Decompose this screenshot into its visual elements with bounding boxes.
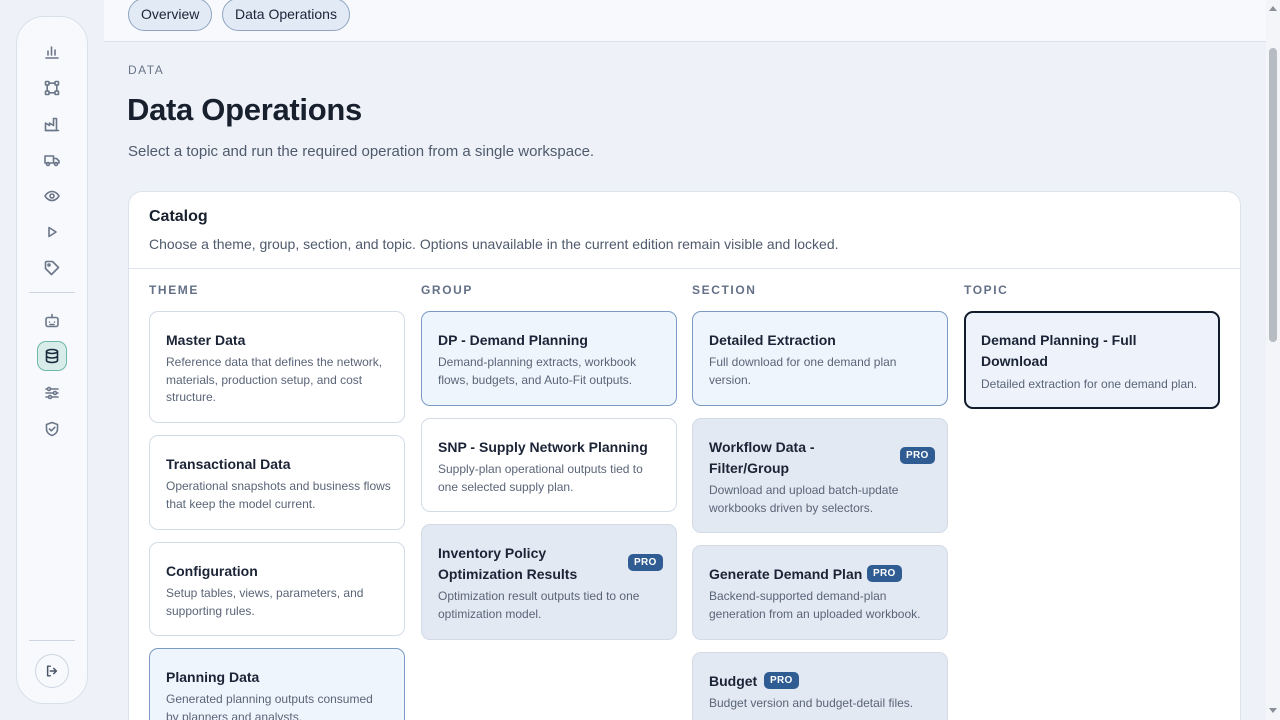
pro-badge: PRO: [900, 447, 935, 464]
column-header-section: SECTION: [692, 283, 757, 297]
theme-card-transactional-data[interactable]: Transactional Data Operational snapshots…: [149, 435, 405, 530]
card-title: Budget: [709, 673, 758, 689]
card-description: Operational snapshots and business flows…: [166, 479, 391, 511]
section-card-workflow-data[interactable]: Workflow Data - Filter/Group PRO Downloa…: [692, 418, 948, 533]
catalog-header: Catalog Choose a theme, group, section, …: [129, 192, 1240, 269]
card-title: DP - Demand Planning: [438, 332, 588, 348]
top-tab-bar: Overview Data Operations: [104, 0, 1266, 42]
eye-icon[interactable]: [37, 181, 67, 211]
card-description: Supply-plan operational outputs tied to …: [438, 462, 643, 494]
section-card-detailed-extraction[interactable]: Detailed Extraction Full download for on…: [692, 311, 948, 406]
group-card-dp-demand-planning[interactable]: DP - Demand Planning Demand-planning ext…: [421, 311, 677, 406]
logout-button[interactable]: [35, 654, 69, 688]
section-card-generate-demand-plan[interactable]: Generate Demand Plan PRO Backend-support…: [692, 545, 948, 640]
card-description: Reference data that defines the network,…: [166, 355, 383, 404]
play-icon[interactable]: [37, 217, 67, 247]
card-title: Transactional Data: [166, 456, 291, 472]
tag-icon[interactable]: [37, 253, 67, 283]
truck-icon[interactable]: [37, 145, 67, 175]
scroll-thumb[interactable]: [1269, 48, 1277, 342]
column-header-topic: TOPIC: [964, 283, 1009, 297]
theme-card-planning-data[interactable]: Planning Data Generated planning outputs…: [149, 648, 405, 720]
card-description: Setup tables, views, parameters, and sup…: [166, 586, 364, 618]
group-card-inventory-policy-optimization[interactable]: Inventory Policy Optimization Results PR…: [421, 524, 677, 640]
pro-badge: PRO: [628, 554, 663, 571]
factory-icon[interactable]: [37, 109, 67, 139]
scrollbar[interactable]: [1266, 0, 1280, 720]
group-card-snp-supply-network-planning[interactable]: SNP - Supply Network Planning Supply-pla…: [421, 418, 677, 512]
topic-card-demand-planning-full-download[interactable]: Demand Planning - Full Download Detailed…: [964, 311, 1220, 409]
card-title: Planning Data: [166, 669, 260, 685]
section-card-budget[interactable]: Budget PRO Budget version and budget-det…: [692, 652, 948, 720]
sidebar: [16, 16, 88, 704]
pro-badge: PRO: [764, 672, 799, 689]
pro-badge: PRO: [867, 565, 902, 582]
tab-data-operations[interactable]: Data Operations: [222, 0, 350, 31]
card-title: SNP - Supply Network Planning: [438, 439, 648, 455]
logout-icon: [46, 665, 58, 677]
scroll-up-arrow-icon[interactable]: [1269, 6, 1277, 11]
card-description: Budget version and budget-detail files.: [709, 696, 914, 710]
chart-bar-icon[interactable]: [37, 37, 67, 67]
card-description: Full download for one demand plan versio…: [709, 355, 897, 387]
column-header-group: GROUP: [421, 283, 474, 297]
sliders-icon[interactable]: [37, 378, 67, 408]
card-title: Detailed Extraction: [709, 332, 836, 348]
robot-icon[interactable]: [37, 306, 67, 336]
card-description: Detailed extraction for one demand plan.: [981, 377, 1198, 391]
sidebar-divider: [29, 640, 75, 641]
scroll-down-arrow-icon[interactable]: [1269, 708, 1277, 713]
catalog-description: Choose a theme, group, section, and topi…: [149, 236, 839, 252]
card-description: Backend-supported demand-plan generation…: [709, 589, 921, 621]
tab-overview[interactable]: Overview: [128, 0, 213, 31]
card-title: Inventory Policy Optimization Results: [438, 545, 578, 582]
card-title: Configuration: [166, 563, 258, 579]
catalog-title: Catalog: [149, 208, 208, 225]
card-title: Demand Planning - Full Download: [981, 332, 1137, 369]
shield-check-icon[interactable]: [37, 414, 67, 444]
card-description: Download and upload batch-update workboo…: [709, 483, 899, 515]
card-title: Generate Demand Plan: [709, 566, 863, 582]
database-icon[interactable]: [37, 341, 67, 371]
card-description: Demand-planning extracts, workbook flows…: [438, 355, 637, 387]
page-title: Data Operations: [127, 92, 362, 127]
sidebar-divider: [29, 292, 75, 293]
network-icon[interactable]: [37, 73, 67, 103]
theme-card-master-data[interactable]: Master Data Reference data that defines …: [149, 311, 405, 423]
column-header-theme: THEME: [149, 283, 199, 297]
card-description: Optimization result outputs tied to one …: [438, 589, 640, 621]
theme-card-configuration[interactable]: Configuration Setup tables, views, param…: [149, 542, 405, 636]
page-eyebrow: DATA: [128, 63, 165, 77]
page-subtitle: Select a topic and run the required oper…: [128, 143, 595, 160]
card-title: Master Data: [166, 332, 246, 348]
card-description: Generated planning outputs consumed by p…: [166, 692, 373, 720]
card-title: Workflow Data - Filter/Group: [709, 439, 815, 476]
